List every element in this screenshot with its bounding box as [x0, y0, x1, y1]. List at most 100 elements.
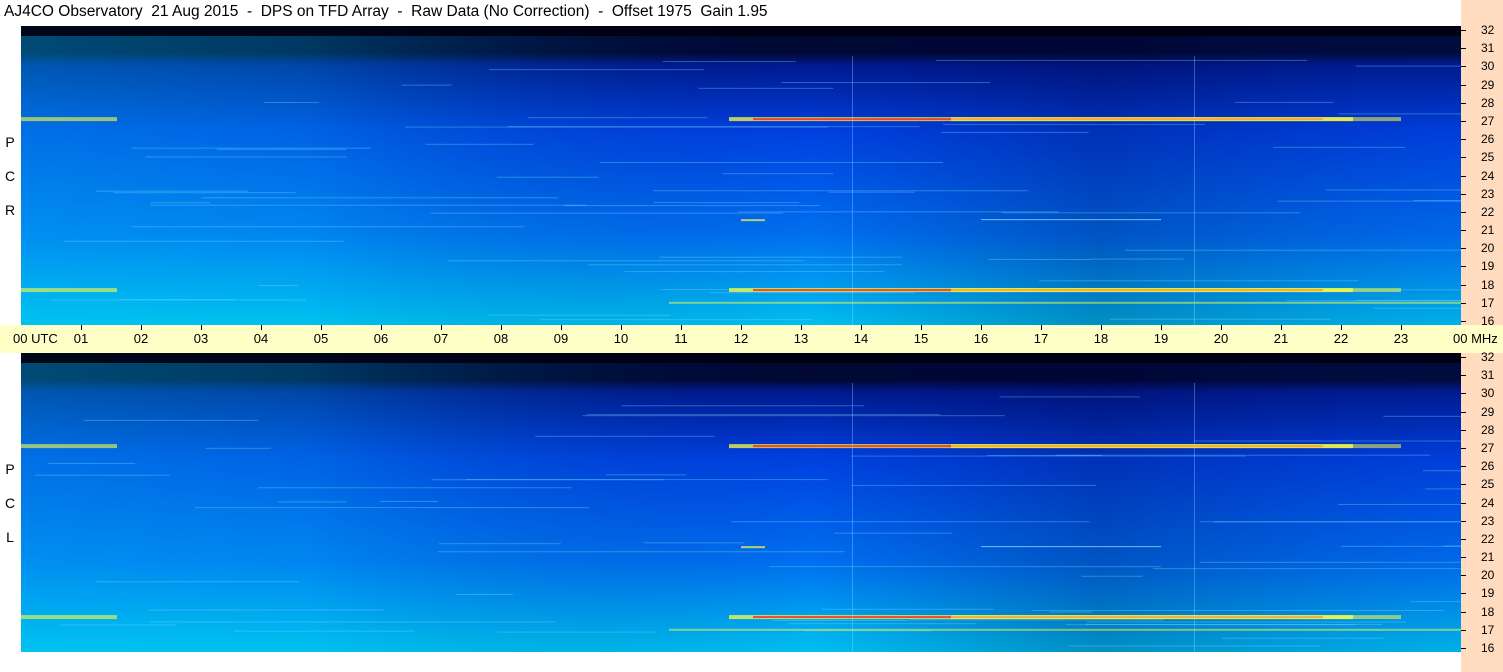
band-21.6 — [741, 219, 765, 222]
spectrogram-streak — [439, 543, 561, 545]
spectrogram-streak — [722, 173, 834, 175]
spectrogram-streak — [1355, 65, 1461, 67]
freq-tick-label: 28 — [1481, 96, 1495, 110]
spectrogram-streak — [149, 204, 587, 206]
freq-tick — [1461, 121, 1466, 122]
freq-tick — [1461, 521, 1466, 522]
time-label: 02 — [133, 331, 149, 346]
spectrogram-streak — [731, 521, 1090, 523]
spectrogram-streak — [1221, 637, 1385, 639]
freq-tick — [1461, 557, 1466, 558]
band-21.6 — [741, 546, 765, 549]
time-label: 22 — [1333, 331, 1349, 346]
time-tick — [321, 325, 322, 330]
spectrogram-streak — [60, 624, 177, 626]
frequency-axis-rcp: 32 31 30 29 28 27 26 25 24 23 22 21 20 19 18 17 16 — [1461, 23, 1503, 328]
band-21.6-b — [981, 546, 1161, 548]
time-tick — [681, 325, 682, 330]
rcp-label: P C R — [2, 125, 18, 227]
vertical-line — [1194, 383, 1195, 652]
spectrogram-streak — [828, 191, 915, 193]
spectrogram-streak — [527, 117, 708, 119]
spectrogram-streak — [132, 226, 525, 228]
freq-tick-label: 27 — [1481, 114, 1495, 128]
spectrogram-streak — [781, 82, 991, 84]
freq-tick — [1461, 430, 1466, 431]
lcp-letter-p: P — [5, 461, 15, 477]
band-early-17.7 — [21, 288, 117, 293]
band-early-27.1 — [21, 117, 117, 122]
spectrogram-streak — [425, 143, 534, 145]
spectrogram-streak — [430, 212, 784, 214]
freq-tick-label: 28 — [1481, 423, 1495, 437]
spectrogram-streak — [773, 619, 909, 621]
spectrogram-streak — [941, 131, 1089, 133]
freq-tick — [1461, 176, 1466, 177]
time-label-end: 00 MHz — [1453, 331, 1498, 346]
spectrogram-streak — [834, 532, 953, 534]
freq-tick-label: 31 — [1481, 41, 1495, 55]
spectrogram-streak — [606, 474, 687, 476]
time-label: 18 — [1093, 331, 1109, 346]
freq-tick-label: 22 — [1481, 532, 1495, 546]
lcp-letter-l: L — [6, 529, 14, 545]
spectrogram-streak — [263, 101, 319, 103]
spectrogram-streak — [709, 292, 916, 294]
band-late-17.7 — [951, 288, 1401, 293]
freq-tick — [1461, 157, 1466, 158]
spectrogram-streak — [988, 259, 1092, 261]
page-title: AJ4CO Observatory 21 Aug 2015 - DPS on T… — [4, 3, 768, 20]
spectrogram-streak — [1423, 470, 1461, 472]
time-label: 12 — [733, 331, 749, 346]
band-late-27.1 — [951, 117, 1401, 122]
spectrogram-streak — [194, 507, 590, 509]
time-label: 10 — [613, 331, 629, 346]
spectrogram-streak — [150, 202, 210, 204]
freq-tick-label: 20 — [1481, 568, 1495, 582]
spectrogram-streak — [1341, 545, 1461, 547]
spectrogram-streak — [659, 256, 902, 258]
spectrogram-streak — [119, 299, 234, 301]
time-label: 15 — [913, 331, 929, 346]
time-tick — [981, 325, 982, 330]
freq-tick-label: 32 — [1481, 23, 1495, 37]
spectrogram-streak — [1110, 318, 1331, 320]
freq-tick — [1461, 230, 1466, 231]
freq-tick-label: 24 — [1481, 169, 1495, 183]
time-tick — [801, 325, 802, 330]
freq-tick — [1461, 466, 1466, 467]
spectrogram-streak — [379, 500, 439, 502]
time-tick — [141, 325, 142, 330]
spectrogram-streak — [1213, 521, 1461, 523]
spectrogram-streak — [258, 284, 299, 286]
freq-tick-label: 25 — [1481, 150, 1495, 164]
time-tick — [201, 325, 202, 330]
time-tick — [1281, 325, 1282, 330]
freq-tick — [1461, 412, 1466, 413]
spectrogram-streak — [535, 435, 715, 437]
spectrogram-streak — [1383, 415, 1461, 417]
freq-tick — [1461, 85, 1466, 86]
freq-tick-label: 17 — [1481, 623, 1495, 637]
lcp-letter-c: C — [4, 495, 16, 511]
spectrogram-streak — [662, 61, 796, 63]
band-late-27.1 — [951, 444, 1401, 449]
time-tick — [1401, 325, 1402, 330]
spectrogram-streak — [95, 190, 248, 192]
spectrogram-shading — [21, 353, 1461, 652]
spectrogram-streak — [1039, 280, 1359, 282]
freq-tick — [1461, 248, 1466, 249]
freq-tick — [1461, 630, 1466, 631]
spectrogram-streak — [1081, 575, 1143, 577]
band-21.6-b — [981, 219, 1161, 221]
freq-tick-label: 32 — [1481, 350, 1495, 364]
freq-tick — [1461, 321, 1466, 322]
spectrogram-streak — [1124, 249, 1461, 251]
freq-tick-label: 18 — [1481, 278, 1495, 292]
freq-tick-label: 21 — [1481, 223, 1495, 237]
spectrogram-streak — [643, 542, 745, 544]
spectrogram-streak — [822, 608, 994, 610]
spectrogram-streak — [456, 593, 513, 595]
time-tick — [1161, 325, 1162, 330]
time-label: 17 — [1033, 331, 1049, 346]
